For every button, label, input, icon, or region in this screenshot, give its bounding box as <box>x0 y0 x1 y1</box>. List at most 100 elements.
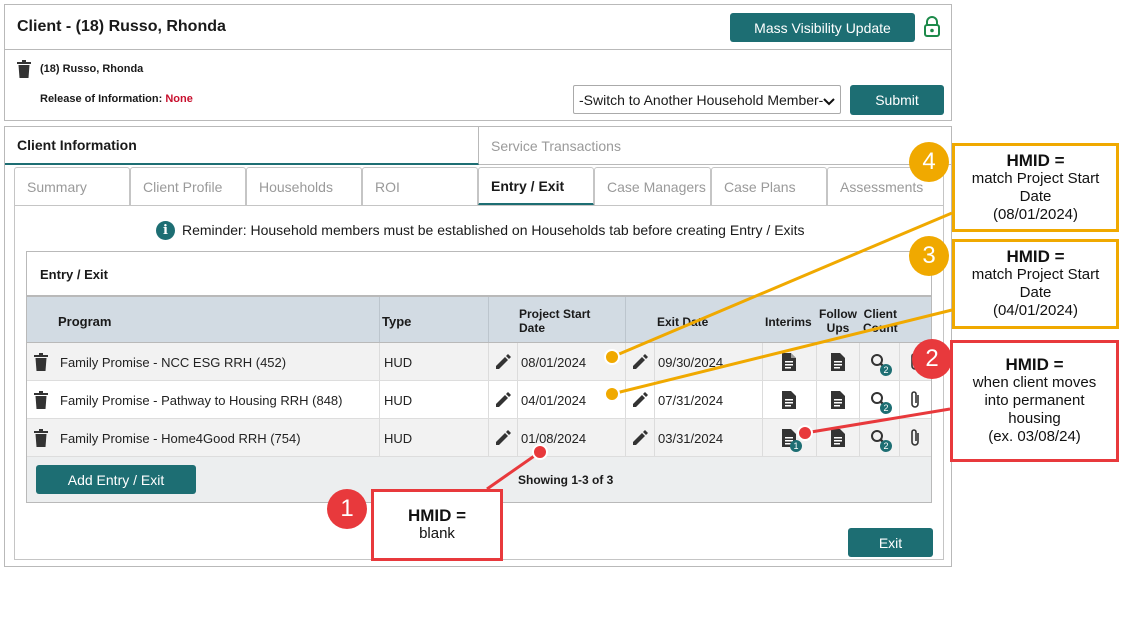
entry-exit-section-header: Entry / Exit <box>27 252 931 297</box>
paperclip-icon[interactable] <box>905 419 925 457</box>
callout-line: match Project Start <box>971 169 1100 187</box>
lock-icon[interactable] <box>922 15 942 39</box>
col-program[interactable]: Program <box>58 315 111 329</box>
tab-households[interactable]: Households <box>246 167 362 205</box>
entry-exit-table: Program Type Project Start Date Exit Dat… <box>27 297 931 457</box>
callout-heading: HMID = <box>1005 355 1064 374</box>
table-row: Family Promise - Pathway to Housing RRH … <box>27 381 931 419</box>
paperclip-icon[interactable] <box>905 381 925 419</box>
col-project-start-line1: Project Start <box>519 307 591 321</box>
exit-date: 03/31/2024 <box>658 430 724 446</box>
client-bar: (18) Russo, Rhonda Release of Informatio… <box>4 50 952 121</box>
col-client-count[interactable]: Client Count <box>863 307 898 335</box>
table-body: Family Promise - NCC ESG RRH (452) HUD 0… <box>27 343 931 457</box>
col-follow-line2: Ups <box>826 321 850 335</box>
pencil-icon[interactable] <box>493 343 513 381</box>
sub-tab-bar: Summary Client Profile Households ROI En… <box>14 167 944 205</box>
search-icon[interactable]: 2 <box>867 419 892 457</box>
interim-badge: 1 <box>790 440 802 452</box>
exit-button[interactable]: Exit <box>848 528 933 557</box>
reminder-banner: i Reminder: Household members must be es… <box>156 220 805 240</box>
mass-visibility-button[interactable]: Mass Visibility Update <box>730 13 915 42</box>
section-title: Entry / Exit <box>40 267 108 282</box>
program-type: HUD <box>384 392 413 408</box>
tab-case-managers[interactable]: Case Managers <box>594 167 711 205</box>
pagination-status: Showing 1-3 of 3 <box>518 473 614 487</box>
callout-3: HMID = match Project Start Date (04/01/2… <box>952 239 1119 329</box>
tab-entry-exit[interactable]: Entry / Exit <box>478 167 594 205</box>
switch-select-value: -Switch to Another Household Member- <box>579 91 824 108</box>
client-name: (18) Russo, Rhonda <box>40 63 144 75</box>
document-icon[interactable] <box>777 343 801 381</box>
info-icon: i <box>156 220 175 240</box>
reminder-text: Reminder: Household members must be esta… <box>182 222 805 238</box>
trash-icon[interactable] <box>16 59 32 79</box>
entry-exit-section: Entry / Exit Program Type Project Start … <box>26 251 932 503</box>
callout-2: HMID = when client moves into permanent … <box>950 340 1119 462</box>
document-icon[interactable]: 1 <box>777 419 802 457</box>
callout-line: (ex. 03/08/24) <box>988 428 1081 445</box>
callout-line: blank <box>419 525 455 542</box>
count-badge: 2 <box>880 402 892 414</box>
tab-summary[interactable]: Summary <box>14 167 130 205</box>
exit-date: 09/30/2024 <box>658 354 724 370</box>
submit-button[interactable]: Submit <box>850 85 944 115</box>
callout-line: housing <box>1008 410 1061 427</box>
release-label: Release of Information: <box>40 93 163 105</box>
tab-roi[interactable]: ROI <box>362 167 478 205</box>
document-icon[interactable] <box>777 381 801 419</box>
callout-line: into permanent <box>984 392 1085 409</box>
col-follow-line1: Follow <box>819 307 857 321</box>
col-project-start-line2: Date <box>519 321 546 335</box>
table-row: Family Promise - Home4Good RRH (754) HUD… <box>27 419 931 457</box>
pencil-icon[interactable] <box>630 343 650 381</box>
tab-client-profile[interactable]: Client Profile <box>130 167 246 205</box>
project-start-date: 01/08/2024 <box>521 430 587 446</box>
add-entry-exit-button[interactable]: Add Entry / Exit <box>36 465 196 494</box>
client-header: Client - (18) Russo, Rhonda Mass Visibil… <box>4 4 952 50</box>
col-follow-ups[interactable]: Follow Ups <box>819 307 857 335</box>
col-type[interactable]: Type <box>382 315 411 329</box>
document-icon[interactable] <box>826 343 850 381</box>
release-value: None <box>165 93 193 105</box>
pencil-icon[interactable] <box>493 419 513 457</box>
callout-line: Date <box>1019 284 1052 301</box>
callout-4: HMID = match Project Start Date (08/01/2… <box>952 143 1119 232</box>
pencil-icon[interactable] <box>630 381 650 419</box>
callout-line: match Project Start <box>971 266 1100 283</box>
chevron-down-icon <box>823 94 835 110</box>
callout-heading: HMID = <box>1006 150 1065 170</box>
count-badge: 2 <box>880 440 892 452</box>
trash-icon[interactable] <box>33 419 49 457</box>
program-type: HUD <box>384 430 413 446</box>
pencil-icon[interactable] <box>493 381 513 419</box>
tab-service-transactions[interactable]: Service Transactions <box>479 127 953 165</box>
search-icon[interactable]: 2 <box>867 343 892 381</box>
trash-icon[interactable] <box>33 343 49 381</box>
program-name[interactable]: Family Promise - NCC ESG RRH (452) <box>60 343 286 381</box>
page-title: Client - (18) Russo, Rhonda <box>17 18 226 35</box>
program-type: HUD <box>384 354 413 370</box>
callout-line: when client moves <box>972 374 1097 391</box>
col-client-line1: Client <box>863 307 897 321</box>
callout-line: Date <box>1019 187 1052 205</box>
program-name[interactable]: Family Promise - Pathway to Housing RRH … <box>60 381 342 419</box>
callout-number-3: 3 <box>909 236 949 276</box>
document-icon[interactable] <box>826 381 850 419</box>
col-interims[interactable]: Interims <box>765 315 812 329</box>
col-project-start-date[interactable]: Project Start Date <box>519 307 590 335</box>
search-icon[interactable]: 2 <box>867 381 892 419</box>
callout-heading: HMID = <box>407 506 467 525</box>
tab-client-information[interactable]: Client Information <box>5 127 479 165</box>
callout-number-4: 4 <box>909 142 949 182</box>
tab-case-plans[interactable]: Case Plans <box>711 167 827 205</box>
callout-heading: HMID = <box>1006 247 1065 266</box>
trash-icon[interactable] <box>33 381 49 419</box>
switch-household-member-select[interactable]: -Switch to Another Household Member- <box>573 85 841 114</box>
pencil-icon[interactable] <box>630 419 650 457</box>
table-row: Family Promise - NCC ESG RRH (452) HUD 0… <box>27 343 931 381</box>
col-exit-date[interactable]: Exit Date <box>657 315 708 329</box>
document-icon[interactable] <box>826 419 850 457</box>
program-name[interactable]: Family Promise - Home4Good RRH (754) <box>60 419 301 457</box>
callout-number-1: 1 <box>327 489 367 529</box>
